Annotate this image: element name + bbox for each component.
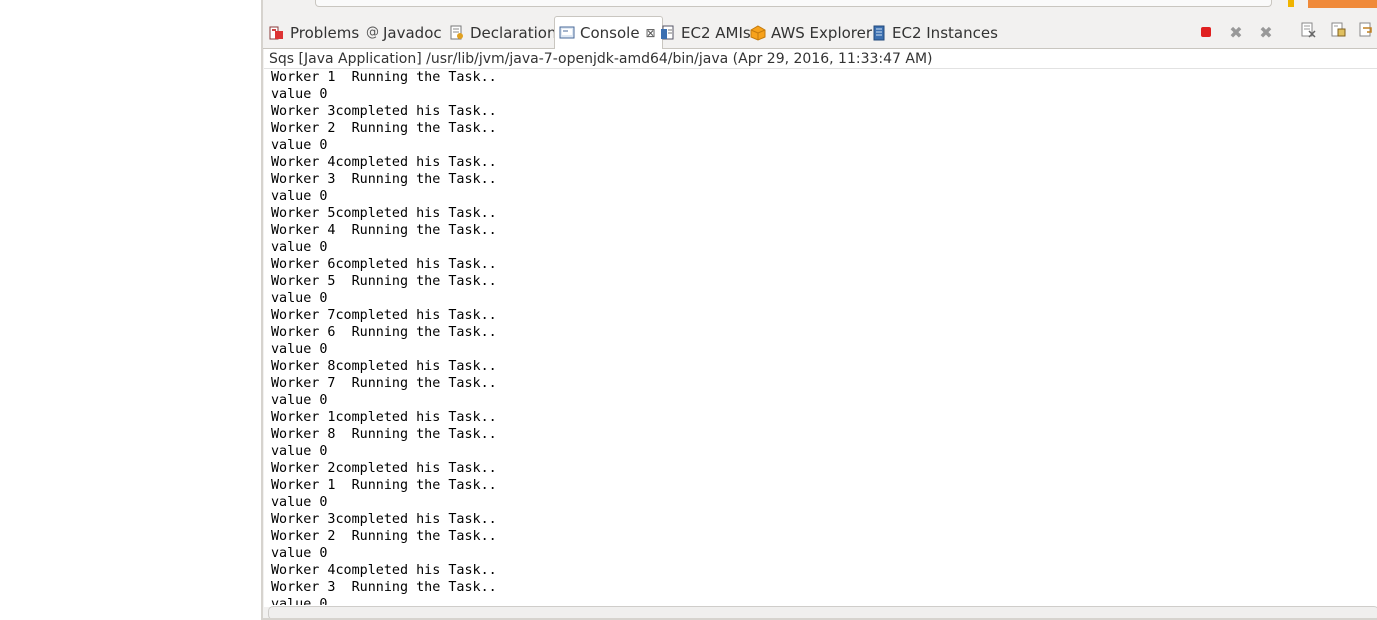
console-line: Worker 3completed his Task.. [271,512,497,527]
console-line: Worker 1completed his Task.. [271,410,497,425]
orange-button-edge[interactable] [1308,0,1377,8]
view-tab-bar: Problems @ Javadoc Declaration Console ⊠ [263,15,1377,50]
console-line: value 0 [271,189,328,204]
scroll-lock-icon [1330,22,1346,42]
tab-label-problems: Problems [290,23,360,42]
console-line: Worker 2completed his Task.. [271,461,497,476]
ec2-instances-icon [871,25,887,41]
ec2-amis-icon [660,25,676,41]
remove-launch-button[interactable]: ✖ [1227,22,1245,42]
console-line: Worker 4 Running the Task.. [271,223,497,238]
console-line: Worker 4completed his Task.. [271,563,497,578]
clear-console-icon [1300,22,1316,42]
tab-ec2-instances[interactable]: EC2 Instances [871,18,998,47]
tab-label-aws-explorer: AWS Explorer [771,23,873,42]
top-editor-edge [263,0,1377,14]
terminate-button[interactable] [1197,23,1215,41]
console-line: value 0 [271,597,328,605]
tab-console[interactable]: Console ⊠ [554,16,663,50]
tab-aws-explorer[interactable]: AWS Explorer [750,18,872,47]
console-line: value 0 [271,138,328,153]
declaration-icon [449,25,465,41]
console-icon [559,25,575,41]
console-line: Worker 3completed his Task.. [271,104,497,119]
remove-icon: ✖ [1229,22,1243,42]
console-line: Worker 7 Running the Task.. [271,376,497,391]
console-line: value 0 [271,546,328,561]
console-line: Worker 2 Running the Task.. [271,529,497,544]
remove-all-icon: ✖ [1259,22,1273,42]
tab-label-ec2-instances: EC2 Instances [892,23,998,42]
clear-console-button[interactable] [1299,22,1317,42]
console-line: Worker 8completed his Task.. [271,359,497,374]
left-empty-panel [0,0,261,620]
console-line: value 0 [271,240,328,255]
tab-label-javadoc: Javadoc [383,23,442,42]
console-line: Worker 3 Running the Task.. [271,580,497,595]
console-line: value 0 [271,495,328,510]
console-line: Worker 3 Running the Task.. [271,172,497,187]
tab-problems[interactable]: Problems [269,18,359,47]
console-line: Worker 1 Running the Task.. [271,70,497,85]
console-line: value 0 [271,444,328,459]
aws-explorer-icon [750,24,766,41]
console-line: Worker 2 Running the Task.. [271,121,497,136]
console-process-label: Sqs [Java Application] /usr/lib/jvm/java… [269,51,933,67]
console-line: Worker 1 Running the Task.. [271,478,497,493]
problems-icon [269,25,285,41]
tab-label-declaration: Declaration [470,23,557,42]
tab-javadoc[interactable]: @ Javadoc [366,18,442,47]
terminate-icon [1201,27,1211,37]
tab-label-console: Console [580,24,640,42]
console-line: value 0 [271,87,328,102]
console-view: Problems @ Javadoc Declaration Console ⊠ [263,0,1377,620]
console-line: Worker 7completed his Task.. [271,308,497,323]
editor-bottom-edge [315,0,1272,7]
javadoc-icon: @ [366,24,379,40]
console-line: Worker 4completed his Task.. [271,155,497,170]
word-wrap-icon [1358,22,1374,42]
console-line: value 0 [271,393,328,408]
word-wrap-button[interactable] [1357,22,1375,42]
tab-ec2-amis[interactable]: EC2 AMIs [660,18,751,47]
console-line: Worker 6completed his Task.. [271,257,497,272]
tab-label-ec2-amis: EC2 AMIs [681,23,751,42]
console-area[interactable]: Sqs [Java Application] /usr/lib/jvm/java… [264,49,1377,607]
remove-all-terminated-button[interactable]: ✖ [1257,22,1275,42]
console-line: Worker 5 Running the Task.. [271,274,497,289]
console-line: value 0 [271,291,328,306]
console-line: Worker 6 Running the Task.. [271,325,497,340]
console-line: value 0 [271,342,328,357]
console-line: Worker 8 Running the Task.. [271,427,497,442]
tab-declaration[interactable]: Declaration [449,18,556,47]
close-tab-icon[interactable]: ⊠ [646,26,656,40]
console-output[interactable]: Worker 1 Running the Task.. value 0 Worker… [271,69,1371,605]
console-line: Worker 5completed his Task.. [271,206,497,221]
warning-marker-icon [1288,0,1294,7]
scroll-lock-button[interactable] [1329,22,1347,42]
